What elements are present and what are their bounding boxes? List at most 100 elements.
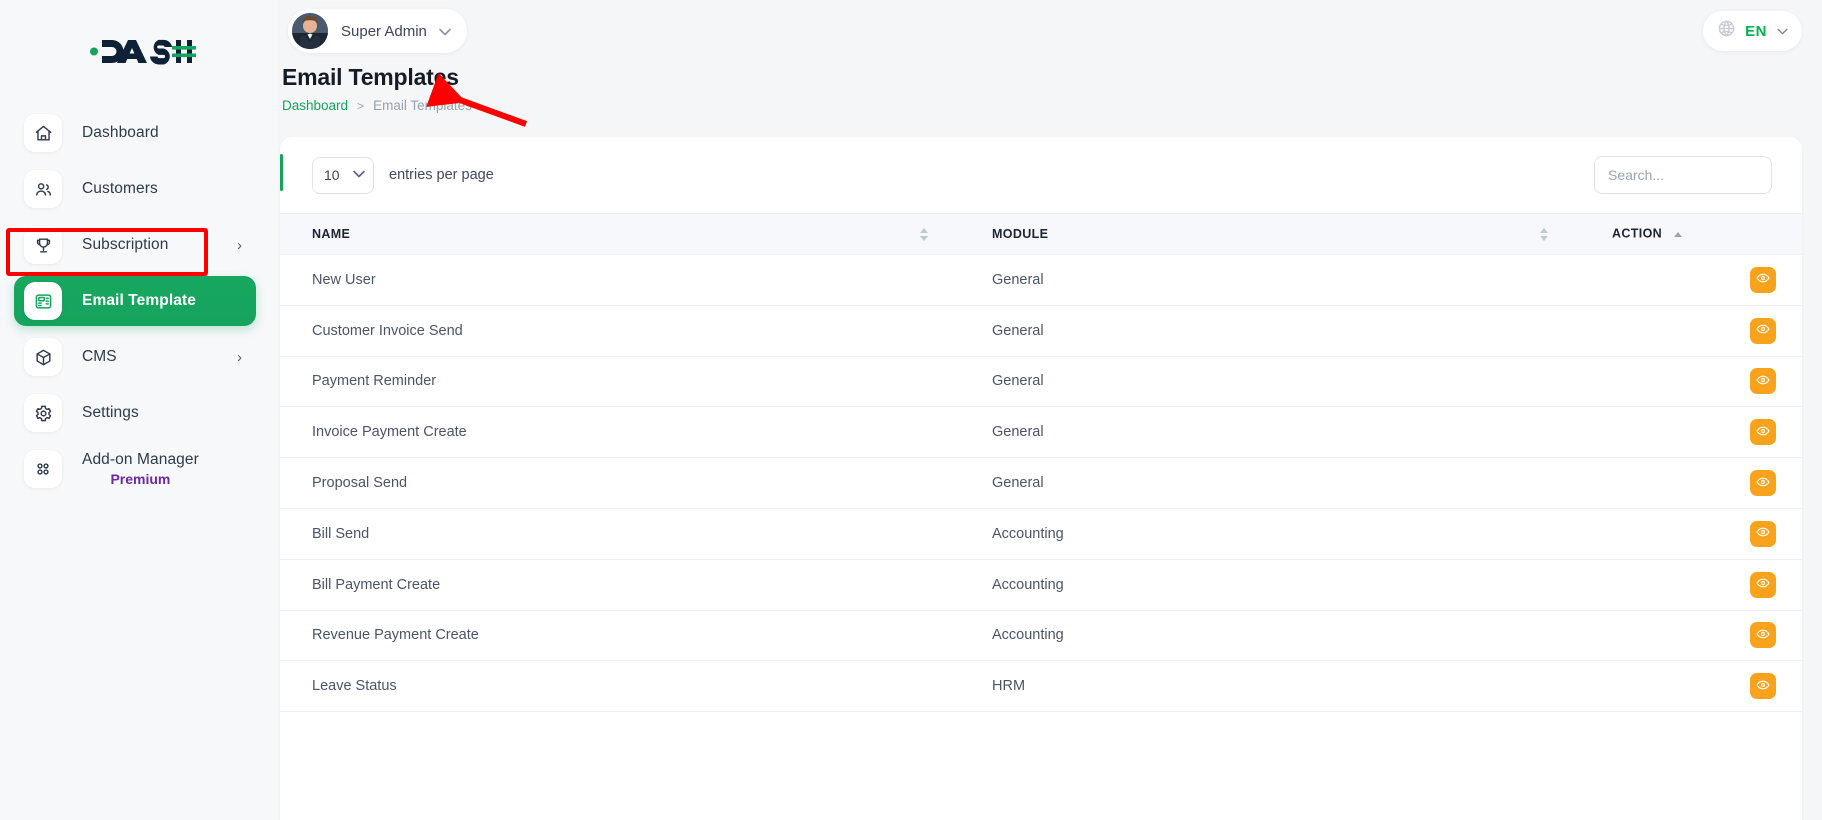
table-row: Bill Payment CreateAccounting: [280, 559, 1802, 610]
view-template-button[interactable]: [1750, 572, 1776, 598]
view-template-button[interactable]: [1750, 622, 1776, 648]
column-header-action[interactable]: ACTION: [1580, 214, 1802, 255]
entries-per-page-label: entries per page: [389, 167, 494, 183]
eye-icon: [1756, 271, 1770, 288]
cell-module: General: [960, 458, 1580, 509]
chevron-right-icon: ›: [237, 238, 242, 253]
view-template-button[interactable]: [1750, 470, 1776, 496]
language-selector[interactable]: EN: [1703, 11, 1802, 51]
view-template-button[interactable]: [1750, 419, 1776, 445]
column-header-name[interactable]: NAME: [280, 214, 960, 255]
column-header-module[interactable]: MODULE: [960, 214, 1580, 255]
sort-indicator-icon[interactable]: [920, 226, 930, 242]
table-row: Proposal SendGeneral: [280, 458, 1802, 509]
main-content: Super Admin EN E: [278, 0, 1822, 820]
view-template-button[interactable]: [1750, 368, 1776, 394]
table-row: Payment ReminderGeneral: [280, 356, 1802, 407]
eye-icon: [1756, 424, 1770, 441]
view-template-button[interactable]: [1750, 318, 1776, 344]
eye-icon: [1756, 322, 1770, 339]
chevron-down-icon: [439, 25, 451, 38]
sidebar-item-label: Customers: [82, 180, 158, 198]
cell-template-name: Leave Status: [280, 661, 960, 712]
box-icon: [24, 338, 62, 376]
sidebar-item-label: CMS: [82, 348, 117, 366]
cell-action: [1580, 508, 1802, 559]
user-name-label: Super Admin: [341, 23, 427, 40]
cell-module: Accounting: [960, 559, 1580, 610]
view-template-button[interactable]: [1750, 673, 1776, 699]
sort-indicator-icon[interactable]: [1674, 226, 1684, 242]
trophy-icon: [24, 226, 62, 264]
sidebar-item-cms[interactable]: CMS ›: [14, 332, 256, 382]
brand-logo[interactable]: [0, 18, 278, 84]
table-row: Invoice Payment CreateGeneral: [280, 407, 1802, 458]
cell-action: [1580, 610, 1802, 661]
sidebar-item-dashboard[interactable]: Dashboard: [14, 108, 256, 158]
cell-action: [1580, 305, 1802, 356]
cell-template-name: Payment Reminder: [280, 356, 960, 407]
cell-template-name: New User: [280, 255, 960, 306]
cell-module: General: [960, 356, 1580, 407]
view-template-button[interactable]: [1750, 521, 1776, 547]
app-root: Dashboard Customers Su: [0, 0, 1822, 820]
sidebar-item-label: Subscription: [82, 236, 169, 254]
cell-module: General: [960, 407, 1580, 458]
cell-action: [1580, 407, 1802, 458]
eye-icon: [1756, 525, 1770, 542]
chevron-right-icon: ›: [237, 350, 242, 365]
template-icon: [24, 282, 62, 320]
eye-icon: [1756, 678, 1770, 695]
home-icon: [24, 114, 62, 152]
table-row: Leave StatusHRM: [280, 661, 1802, 712]
users-icon: [24, 170, 62, 208]
entries-per-page-control: 102550100: [312, 157, 374, 194]
breadcrumb-current: Email Templates: [373, 98, 472, 113]
table-row: Revenue Payment CreateAccounting: [280, 610, 1802, 661]
grid-icon: [24, 450, 62, 488]
sidebar-item-settings[interactable]: Settings: [14, 388, 256, 438]
sidebar-item-email-template[interactable]: Email Template: [14, 276, 256, 326]
cell-template-name: Revenue Payment Create: [280, 610, 960, 661]
chevron-down-icon: [1777, 25, 1788, 37]
topbar: Super Admin EN: [278, 0, 1822, 62]
sidebar-item-addon-manager[interactable]: Add-on Manager Premium: [14, 444, 256, 494]
language-code-label: EN: [1745, 23, 1767, 40]
cell-action: [1580, 356, 1802, 407]
view-template-button[interactable]: [1750, 267, 1776, 293]
sidebar-item-customers[interactable]: Customers: [14, 164, 256, 214]
cell-action: [1580, 255, 1802, 306]
card-accent-bar: [280, 154, 283, 191]
sidebar-item-label: Settings: [82, 404, 139, 422]
sidebar-item-label: Dashboard: [82, 124, 159, 142]
cell-template-name: Bill Payment Create: [280, 559, 960, 610]
user-profile-menu[interactable]: Super Admin: [288, 9, 467, 53]
email-templates-table: NAME MODULE ACTION: [280, 213, 1802, 712]
eye-icon: [1756, 627, 1770, 644]
table-toolbar: 102550100 entries per page: [280, 137, 1802, 213]
table-head: NAME MODULE ACTION: [280, 214, 1802, 255]
search-input[interactable]: [1594, 156, 1772, 194]
breadcrumb: Dashboard > Email Templates: [282, 98, 1822, 113]
breadcrumb-separator: >: [357, 99, 364, 113]
entries-per-page-select[interactable]: 102550100: [312, 157, 374, 194]
globe-icon: [1717, 19, 1736, 43]
sidebar-item-addon-labels: Add-on Manager Premium: [82, 451, 199, 487]
table-row: Bill SendAccounting: [280, 508, 1802, 559]
eye-icon: [1756, 475, 1770, 492]
sort-indicator-icon[interactable]: [1540, 226, 1550, 242]
eye-icon: [1756, 576, 1770, 593]
cell-module: HRM: [960, 661, 1580, 712]
cell-module: Accounting: [960, 610, 1580, 661]
cell-module: Accounting: [960, 508, 1580, 559]
breadcrumb-dashboard-link[interactable]: Dashboard: [282, 98, 348, 113]
column-header-label: ACTION: [1612, 226, 1662, 240]
cell-module: General: [960, 305, 1580, 356]
table-body: New UserGeneralCustomer Invoice SendGene…: [280, 255, 1802, 712]
cell-action: [1580, 559, 1802, 610]
cell-action: [1580, 661, 1802, 712]
sidebar-item-subscription[interactable]: Subscription ›: [14, 220, 256, 270]
table-row: Customer Invoice SendGeneral: [280, 305, 1802, 356]
sidebar: Dashboard Customers Su: [0, 0, 278, 820]
page-header: Email Templates Dashboard > Email Templa…: [280, 62, 1822, 113]
